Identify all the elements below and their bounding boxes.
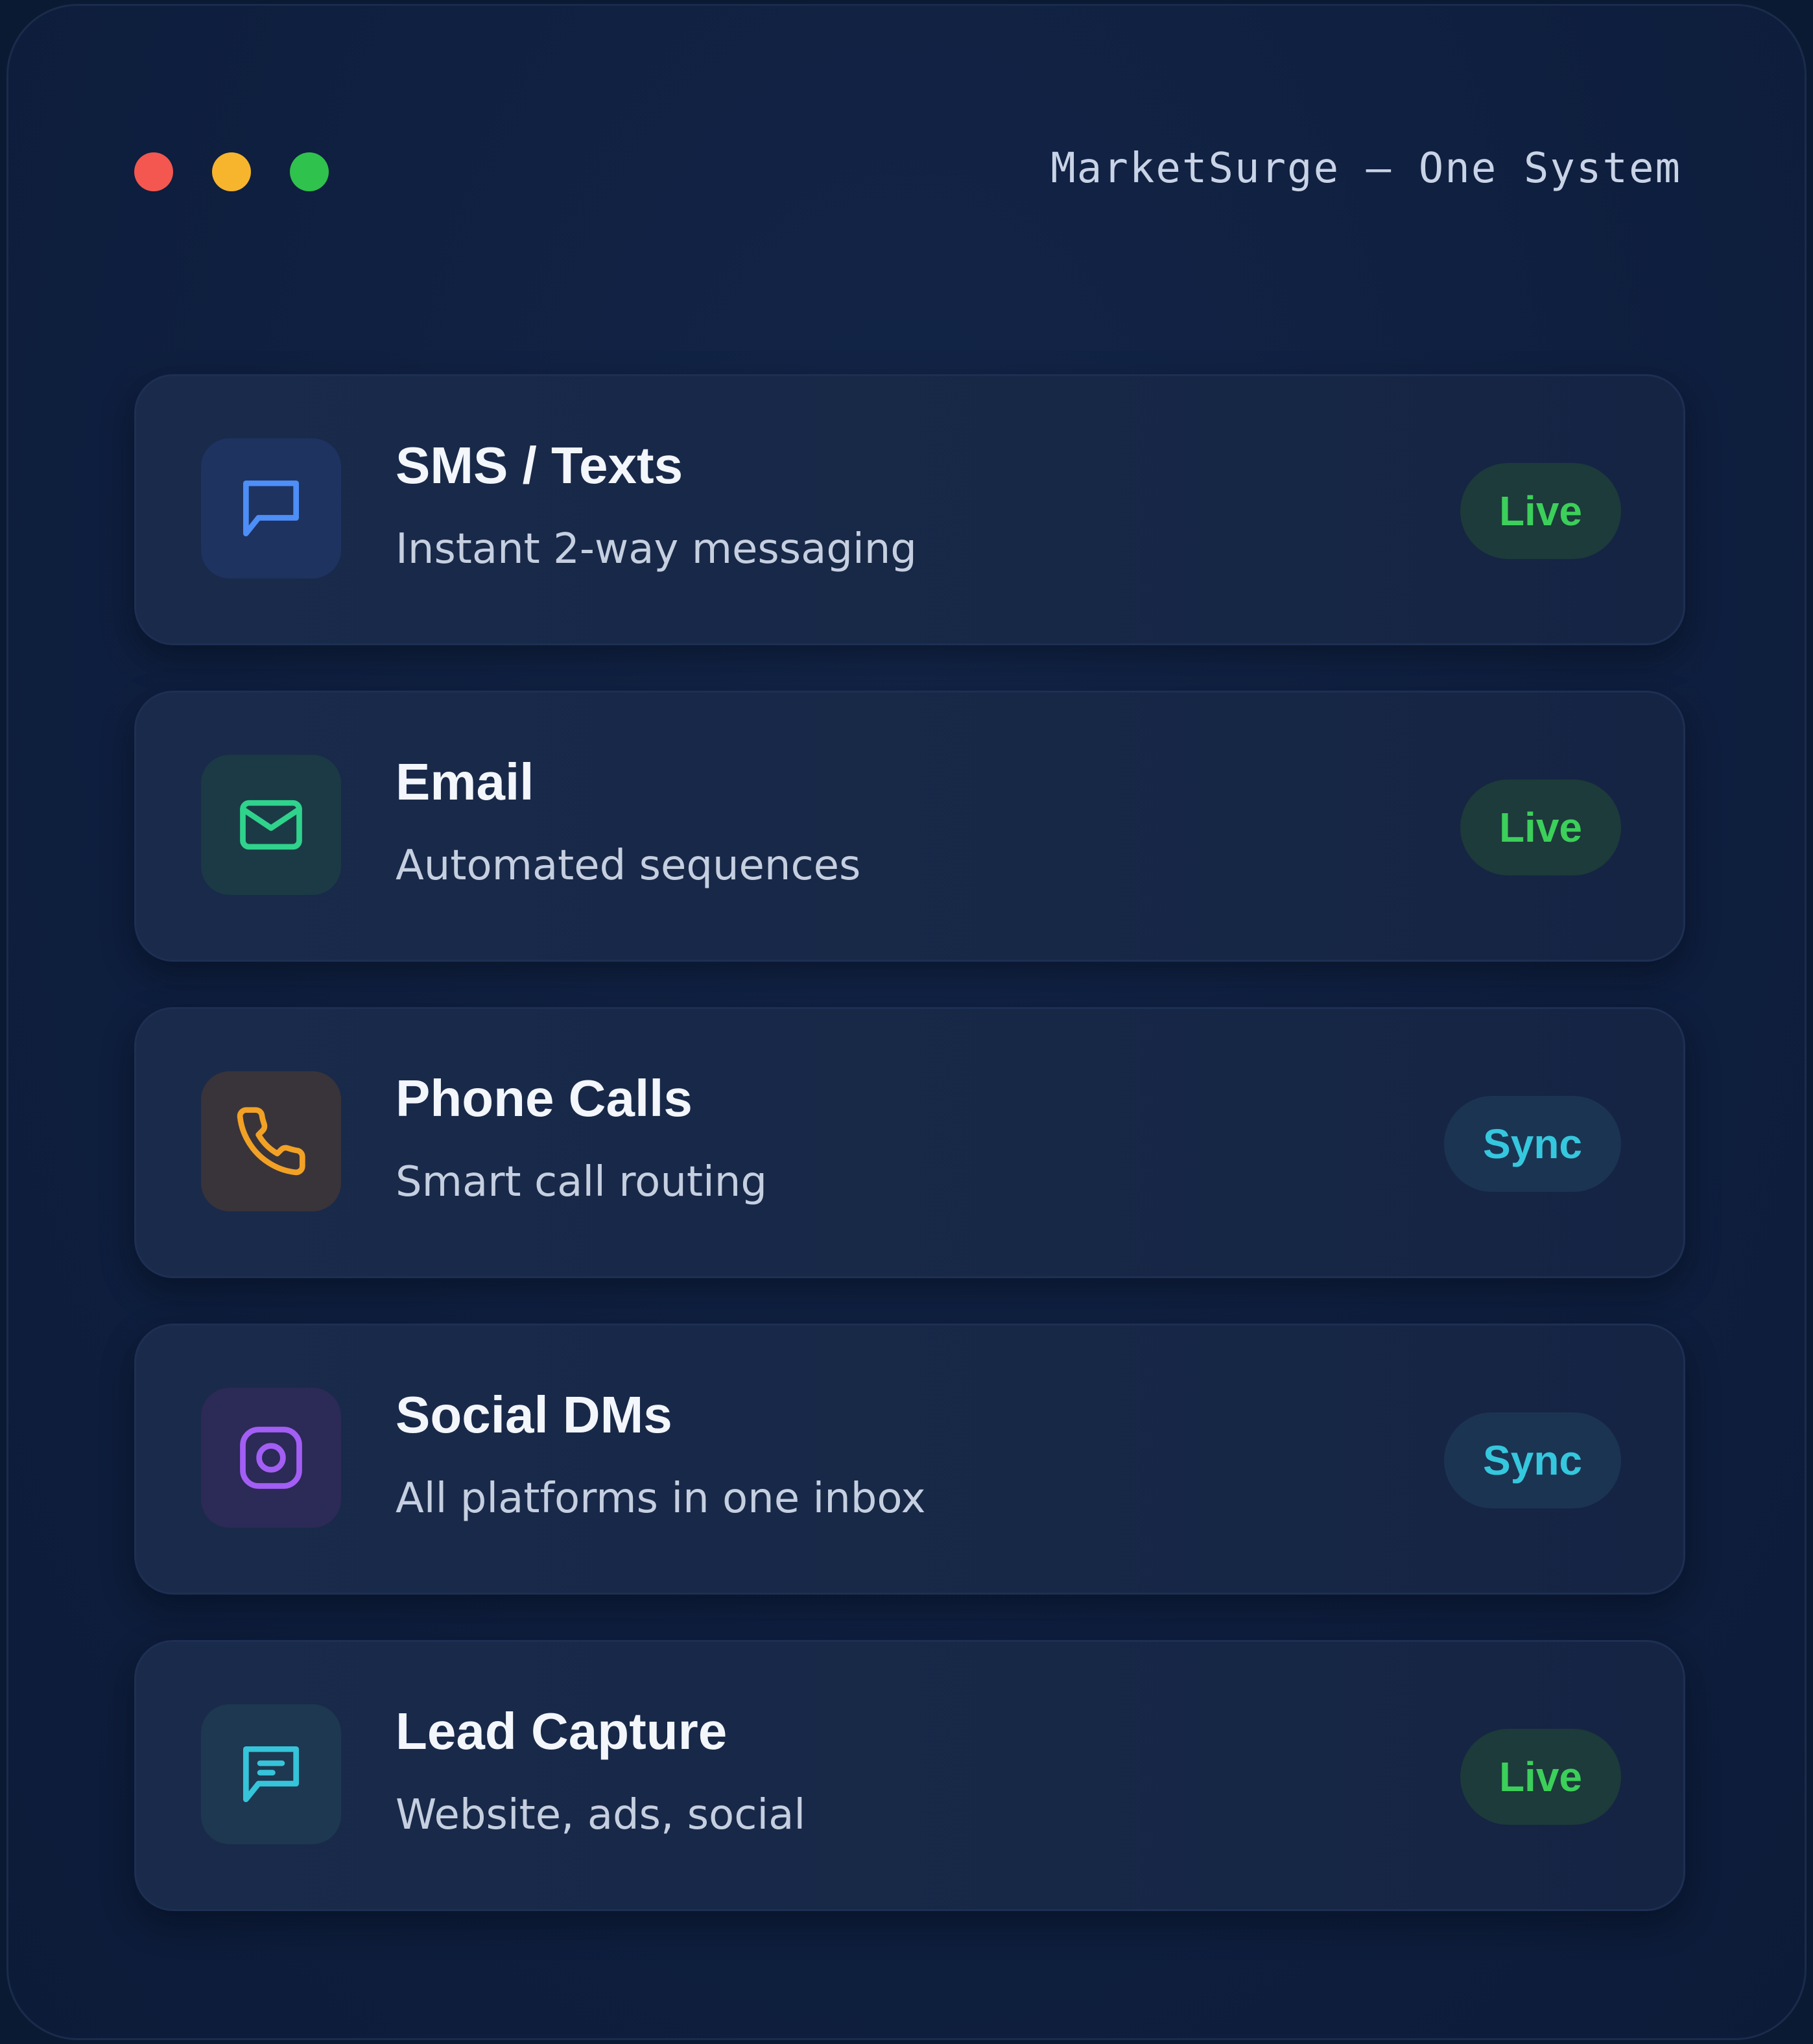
- status-badge: Sync: [1444, 1096, 1621, 1192]
- channel-title: Lead Capture: [396, 1702, 728, 1760]
- lead-capture-icon-tile: [201, 1704, 341, 1844]
- channel-subtitle: Instant 2-way messaging: [396, 525, 917, 573]
- status-badge: Sync: [1444, 1412, 1621, 1508]
- channel-subtitle: Automated sequences: [396, 842, 861, 890]
- channel-subtitle: All platforms in one inbox: [396, 1475, 926, 1523]
- channel-title: Phone Calls: [396, 1069, 693, 1127]
- status-badge: Live: [1460, 463, 1621, 559]
- channel-card-email[interactable]: Email Automated sequences Live: [134, 691, 1685, 962]
- message-lines-icon: [243, 1746, 300, 1803]
- status-badge: Live: [1460, 1729, 1621, 1825]
- channel-list: SMS / Texts Instant 2-way messaging Live…: [134, 374, 1685, 1956]
- title-bar: MarketSurge — One System: [8, 6, 1805, 239]
- email-icon-tile: [201, 755, 341, 895]
- window-title: MarketSurge — One System: [1050, 145, 1681, 193]
- channel-card-lead-capture[interactable]: Lead Capture Website, ads, social Live: [134, 1640, 1685, 1911]
- phone-icon-tile: [201, 1071, 341, 1211]
- zoom-window-button[interactable]: [290, 152, 329, 191]
- channel-subtitle: Smart call routing: [396, 1158, 767, 1206]
- social-icon-tile: [201, 1388, 341, 1528]
- app-window: MarketSurge — One System SMS / Texts Ins…: [6, 4, 1807, 2040]
- instagram-icon: [240, 1427, 302, 1489]
- channel-title: SMS / Texts: [396, 436, 683, 494]
- channel-card-phone[interactable]: Phone Calls Smart call routing Sync: [134, 1007, 1685, 1278]
- sms-icon-tile: [201, 438, 341, 578]
- channel-subtitle: Website, ads, social: [396, 1791, 806, 1839]
- close-window-button[interactable]: [134, 152, 173, 191]
- channel-title: Social DMs: [396, 1386, 672, 1444]
- status-badge: Live: [1460, 779, 1621, 875]
- channel-card-sms[interactable]: SMS / Texts Instant 2-way messaging Live: [134, 374, 1685, 645]
- channel-card-social[interactable]: Social DMs All platforms in one inbox Sy…: [134, 1324, 1685, 1595]
- minimize-window-button[interactable]: [212, 152, 251, 191]
- mail-icon: [240, 800, 302, 850]
- message-square-icon: [243, 480, 300, 537]
- channel-title: Email: [396, 753, 534, 811]
- phone-icon: [237, 1107, 305, 1176]
